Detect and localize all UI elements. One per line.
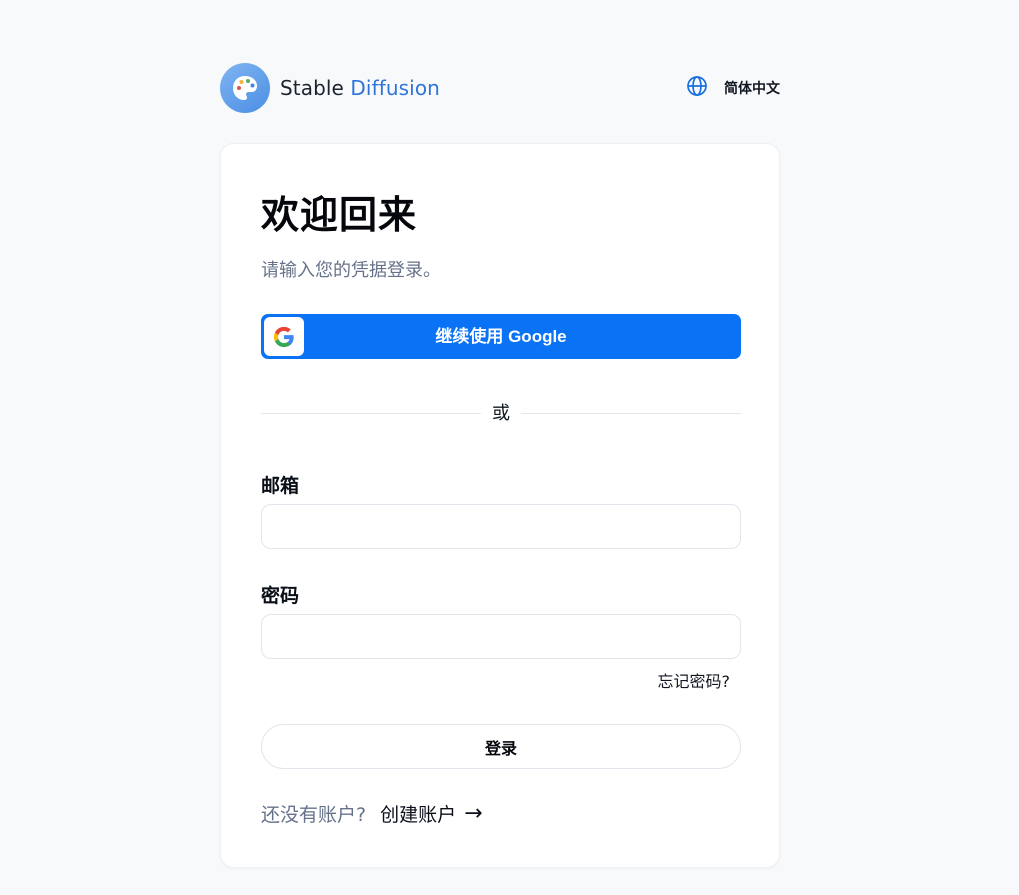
page-subtitle: 请输入您的凭据登录。: [261, 260, 441, 281]
brand-name-part2: Diffusion: [350, 76, 440, 100]
page-title: 欢迎回来: [261, 193, 418, 237]
divider-text: 或: [492, 403, 510, 424]
header: Stable Diffusion 简体中文: [220, 63, 780, 113]
login-card: 欢迎回来 请输入您的凭据登录。 继续使用 Google 或 邮箱 密码 忘记密码…: [220, 143, 780, 868]
create-account-link[interactable]: 创建账户 →: [380, 800, 482, 827]
email-label: 邮箱: [261, 475, 300, 497]
signup-prompt: 还没有账户?: [261, 804, 367, 826]
globe-icon: [686, 75, 708, 101]
forgot-password-link[interactable]: 忘记密码?: [658, 668, 731, 692]
or-divider: 或: [261, 400, 741, 428]
email-field[interactable]: [261, 504, 741, 549]
password-label: 密码: [261, 585, 300, 607]
create-account-label: 创建账户: [380, 804, 457, 826]
language-selector[interactable]: 简体中文: [686, 63, 780, 113]
google-signin-label: 继续使用 Google: [435, 327, 567, 346]
google-signin-button[interactable]: 继续使用 Google: [261, 314, 741, 359]
signup-row: 还没有账户? 创建账户 →: [261, 800, 483, 827]
password-field[interactable]: [261, 614, 741, 659]
palette-icon: [220, 63, 270, 113]
divider-line-right: [521, 413, 741, 414]
arrow-right-icon: →: [464, 801, 483, 826]
brand-name-part1: Stable: [280, 76, 344, 100]
brand-logo-link[interactable]: Stable Diffusion: [220, 63, 440, 113]
language-label: 简体中文: [724, 81, 780, 97]
login-button[interactable]: 登录: [261, 724, 741, 769]
brand-name: Stable Diffusion: [280, 76, 440, 100]
